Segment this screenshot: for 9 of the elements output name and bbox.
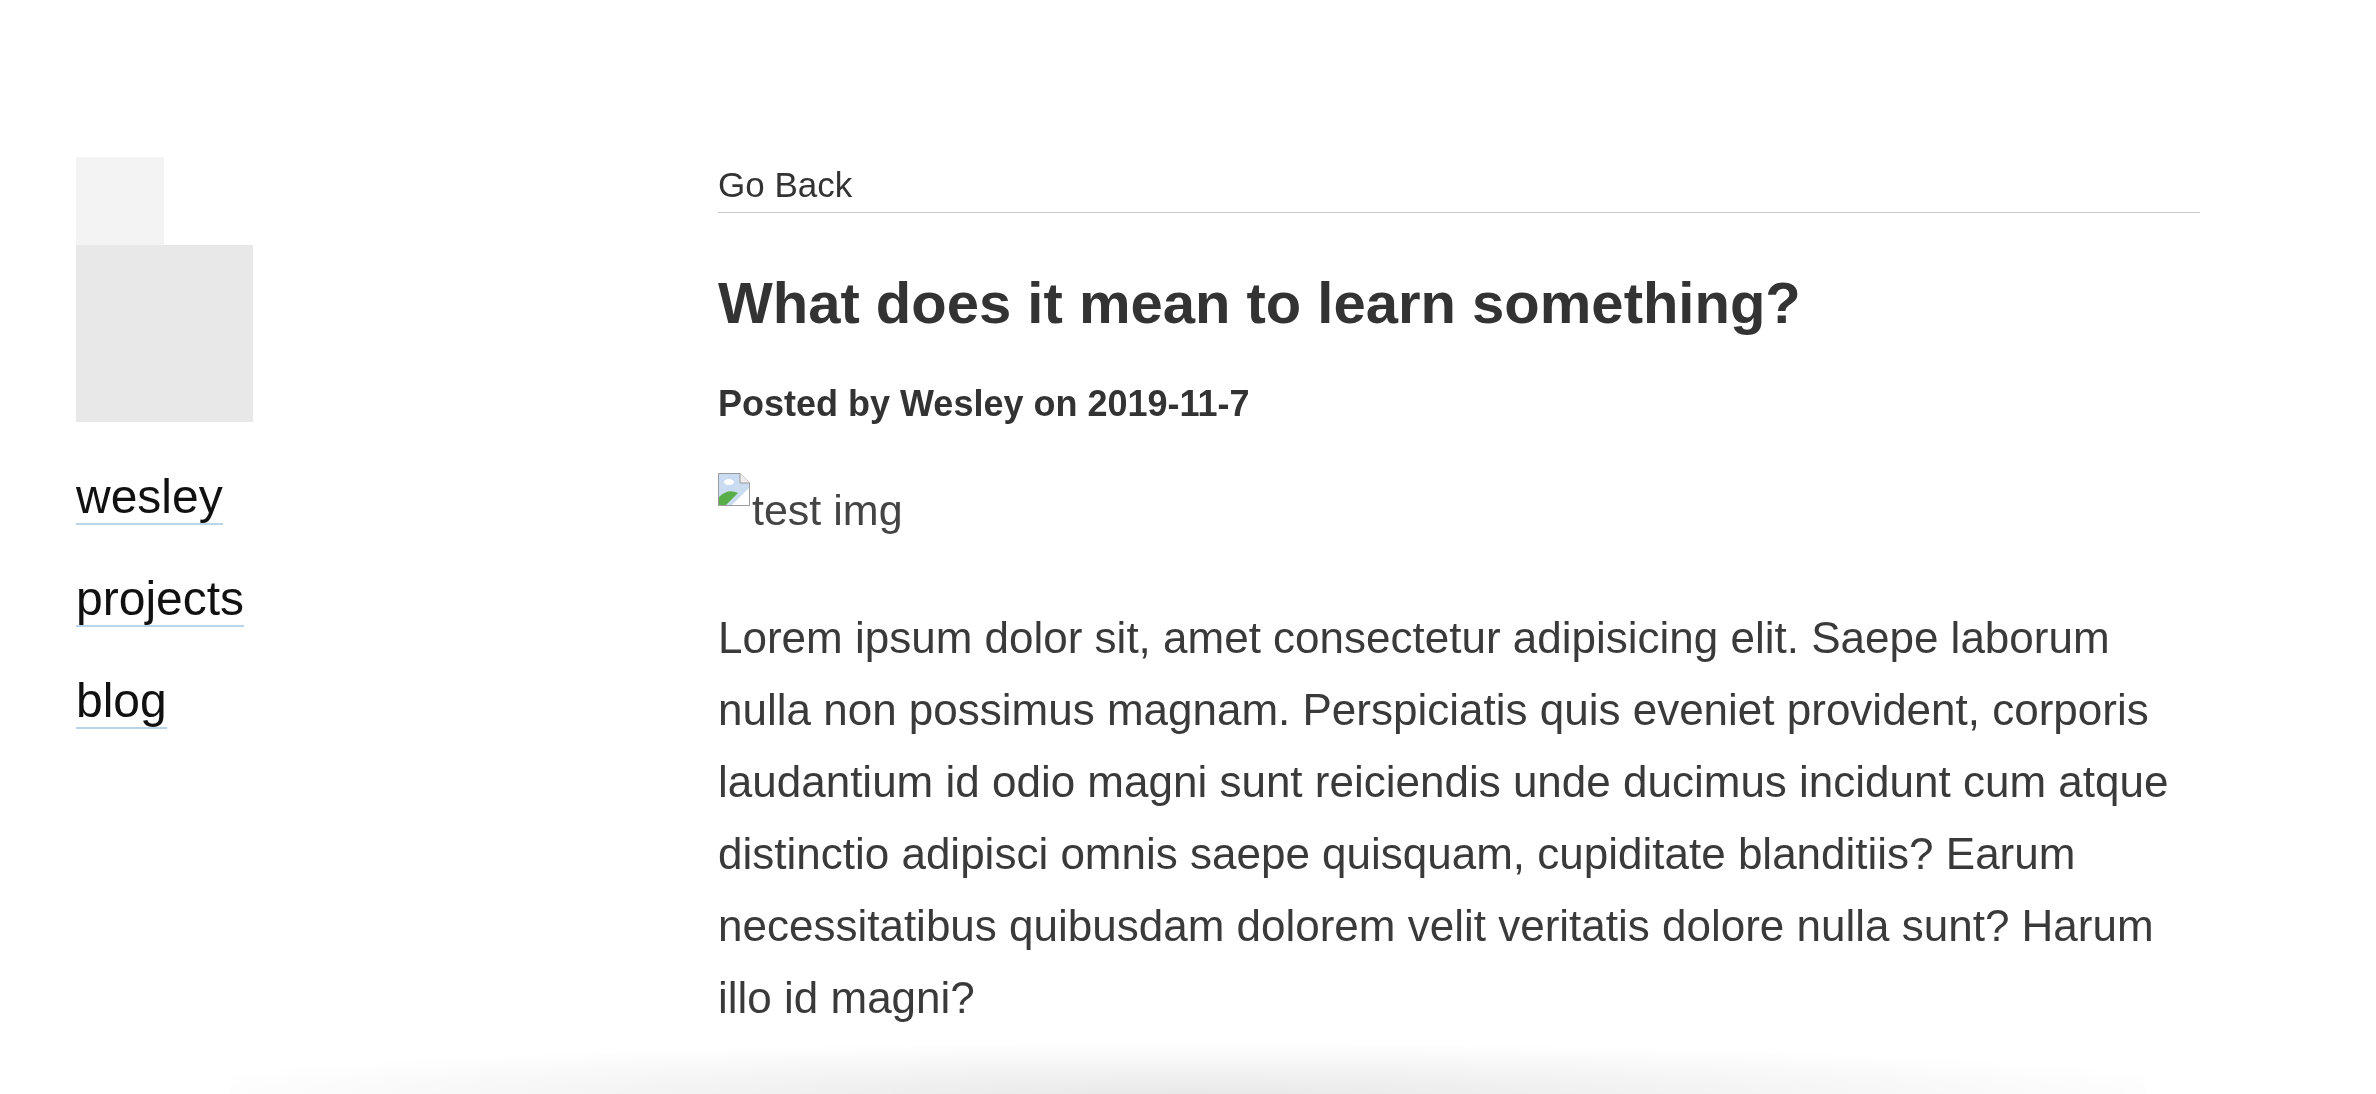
go-back-link[interactable]: Go Back [718,163,853,207]
post-body-text: Lorem ipsum dolor sit, amet consectetur adipisicing elit. Saepe laborum nulla non possimus magnam. Perspiciatis quis eveniet provident, corporis laudantium id odio magni sunt reiciendis unde ducimus incidunt cum atque distinctio adipisci omnis saepe quisquam, cupiditate blanditiis? Earum necessitatibus quibusdam dolorem velit veritatis dolore nulla sunt? Harum illo id magni? [718,612,2170,1024]
post-byline: Posted by Wesley on 2019-11-7 [718,382,1251,426]
nav-link[interactable]: blog [76,677,167,729]
broken-image-icon [718,473,750,506]
nav-link[interactable]: projects [76,575,245,627]
nav-link[interactable]: wesley [76,473,223,525]
post-title: What does it mean to learn something? [718,269,1802,337]
image-alt-text: test img [752,485,903,536]
